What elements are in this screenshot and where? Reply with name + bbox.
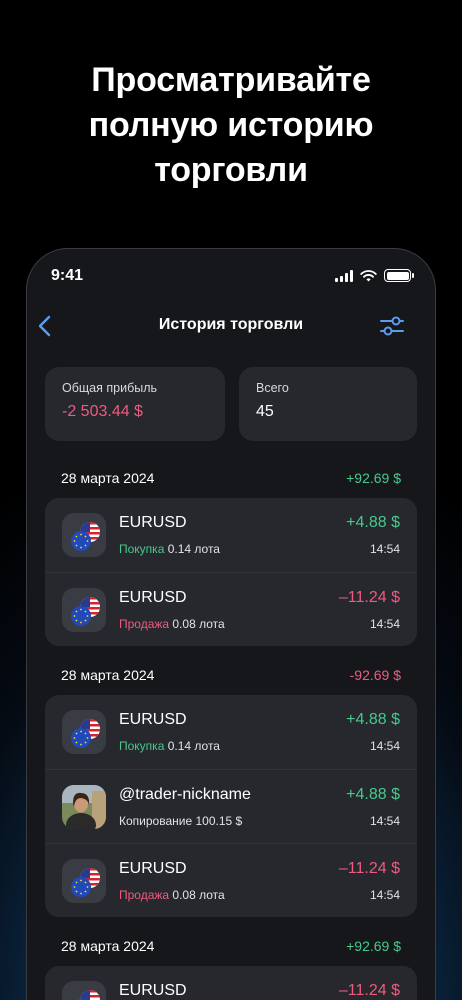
- status-time: 9:41: [51, 267, 84, 284]
- trade-row[interactable]: EURUSD Продажа 0.08 лота –11.24 $ 14:54: [45, 572, 417, 646]
- trade-amount: –11.24 $: [338, 982, 400, 999]
- currency-pair-icon: [62, 588, 106, 632]
- trade-time: 14:54: [369, 888, 400, 902]
- day-header: 28 марта 2024 -92.69 $: [61, 667, 401, 687]
- currency-pair-icon: [62, 513, 106, 557]
- trade-row[interactable]: EURUSD –11.24 $: [45, 966, 417, 1000]
- trade-symbol: EURUSD: [119, 589, 187, 606]
- trade-side: Продажа: [119, 617, 170, 631]
- trade-time: 14:54: [369, 739, 400, 753]
- trade-lots: 0.14 лота: [164, 739, 220, 753]
- trade-time: 14:54: [369, 814, 400, 828]
- trades-card: EURUSD Покупка 0.14 лота +4.88 $ 14:54 @…: [45, 695, 417, 917]
- sliders-icon[interactable]: [379, 313, 405, 339]
- total-profit-card: Общая прибыль -2 503.44 $: [45, 367, 225, 441]
- day-date: 28 марта 2024: [61, 938, 155, 954]
- promo-line-1: Просматривайте: [91, 61, 371, 99]
- total-profit-value: -2 503.44 $: [62, 403, 143, 420]
- day-sum: +92.69 $: [346, 470, 401, 486]
- trade-row[interactable]: EURUSD Покупка 0.14 лота +4.88 $ 14:54: [45, 498, 417, 572]
- trade-detail: Продажа 0.08 лота: [119, 617, 225, 631]
- trade-side: Покупка: [119, 542, 165, 556]
- trade-amount: –11.24 $: [338, 860, 400, 877]
- total-count-value: 45: [256, 403, 274, 420]
- day-sum: -92.69 $: [349, 667, 401, 683]
- phone-frame: 9:41 История торговли Общая прибыль -2 5…: [26, 248, 436, 1000]
- trades-card: EURUSD –11.24 $: [45, 966, 417, 1000]
- currency-pair-icon: [62, 981, 106, 1000]
- trade-row[interactable]: @trader-nickname Копирование 100.15 $ +4…: [45, 769, 417, 843]
- trade-time: 14:54: [369, 617, 400, 631]
- trade-detail: Продажа 0.08 лота: [119, 888, 225, 902]
- trade-detail: Покупка 0.14 лота: [119, 739, 220, 753]
- trade-lots: 0.08 лота: [169, 617, 225, 631]
- status-bar: 9:41: [27, 265, 435, 289]
- total-count-card: Всего 45: [239, 367, 417, 441]
- currency-pair-icon: [62, 710, 106, 754]
- day-header: 28 марта 2024 +92.69 $: [61, 938, 401, 958]
- trader-photo: [62, 785, 106, 829]
- day-date: 28 марта 2024: [61, 470, 155, 486]
- page-title: История торговли: [158, 316, 304, 333]
- trades-card: EURUSD Покупка 0.14 лота +4.88 $ 14:54 E…: [45, 498, 417, 646]
- trade-lots: 0.08 лота: [169, 888, 225, 902]
- currency-pair-icon: [62, 859, 106, 903]
- total-count-label: Всего: [256, 381, 289, 395]
- trade-row[interactable]: EURUSD Покупка 0.14 лота +4.88 $ 14:54: [45, 695, 417, 769]
- promo-line-2: полную историю: [88, 106, 374, 144]
- day-sum: +92.69 $: [346, 938, 401, 954]
- trader-nickname: @trader-nickname: [119, 786, 251, 803]
- nav-bar: История торговли: [27, 309, 435, 343]
- total-profit-label: Общая прибыль: [62, 381, 158, 395]
- promo-headline: Просматривайте полную историю торговли: [0, 58, 462, 193]
- trade-lots: 0.14 лота: [164, 542, 220, 556]
- trade-amount: +4.88 $: [346, 711, 400, 728]
- trade-side: Продажа: [119, 888, 170, 902]
- summary-cards: Общая прибыль -2 503.44 $ Всего 45: [45, 367, 417, 441]
- trade-symbol: EURUSD: [119, 860, 187, 877]
- copy-detail: Копирование 100.15 $: [119, 814, 243, 828]
- trader-avatar: [62, 785, 106, 829]
- eu-us-flags-icon: [68, 866, 102, 898]
- trade-symbol: EURUSD: [119, 711, 187, 728]
- trade-symbol: EURUSD: [119, 514, 187, 531]
- trade-detail: Покупка 0.14 лота: [119, 542, 220, 556]
- promo-line-3: торговли: [154, 151, 308, 189]
- eu-us-flags-icon: [68, 595, 102, 627]
- day-header: 28 марта 2024 +92.69 $: [61, 470, 401, 490]
- trade-amount: +4.88 $: [346, 786, 400, 803]
- battery-icon: [384, 269, 414, 282]
- eu-us-flags-icon: [68, 988, 102, 1000]
- eu-us-flags-icon: [68, 520, 102, 552]
- eu-us-flags-icon: [68, 717, 102, 749]
- cellular-signal-icon: [335, 269, 353, 282]
- trade-amount: –11.24 $: [338, 589, 400, 606]
- status-icons: [335, 269, 414, 282]
- wifi-icon: [360, 269, 377, 281]
- trade-row[interactable]: EURUSD Продажа 0.08 лота –11.24 $ 14:54: [45, 843, 417, 917]
- trade-symbol: EURUSD: [119, 982, 187, 999]
- trade-amount: +4.88 $: [346, 514, 400, 531]
- trade-time: 14:54: [369, 542, 400, 556]
- trade-side: Покупка: [119, 739, 165, 753]
- day-date: 28 марта 2024: [61, 667, 155, 683]
